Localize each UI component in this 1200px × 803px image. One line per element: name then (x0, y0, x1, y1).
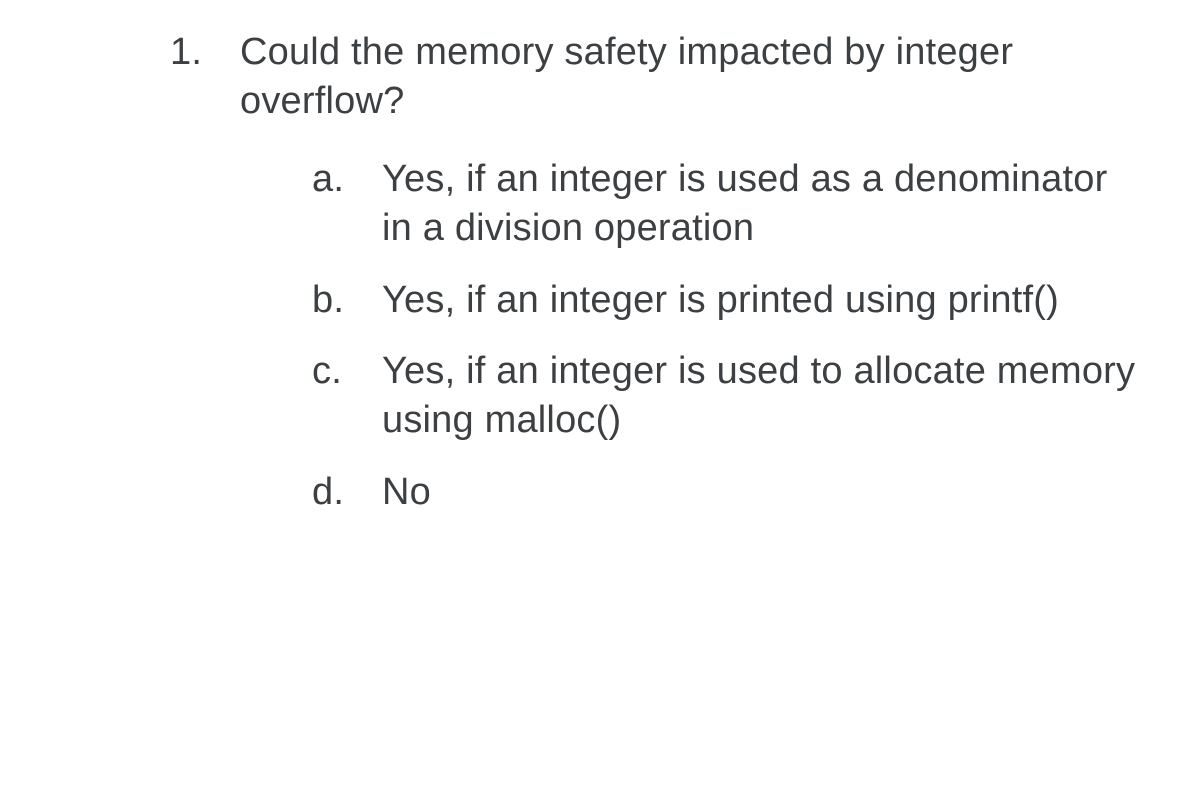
options-list: a. Yes, if an integer is used as a denom… (312, 155, 1140, 517)
option-label: a. (312, 155, 382, 204)
option-text: Yes, if an integer is used to allocate m… (382, 347, 1140, 446)
option-a: a. Yes, if an integer is used as a denom… (312, 155, 1140, 254)
option-label: c. (312, 347, 382, 396)
question-text: Could the memory safety impacted by inte… (240, 28, 1140, 127)
option-d: d. No (312, 468, 1140, 517)
option-b: b. Yes, if an integer is printed using p… (312, 276, 1140, 325)
question-number: 1. (170, 28, 240, 77)
option-label: d. (312, 468, 382, 517)
question-block: 1. Could the memory safety impacted by i… (170, 28, 1140, 127)
option-label: b. (312, 276, 382, 325)
option-text: Yes, if an integer is used as a denomina… (382, 155, 1140, 254)
option-text: Yes, if an integer is printed using prin… (382, 276, 1140, 325)
option-text: No (382, 468, 1140, 517)
option-c: c. Yes, if an integer is used to allocat… (312, 347, 1140, 446)
